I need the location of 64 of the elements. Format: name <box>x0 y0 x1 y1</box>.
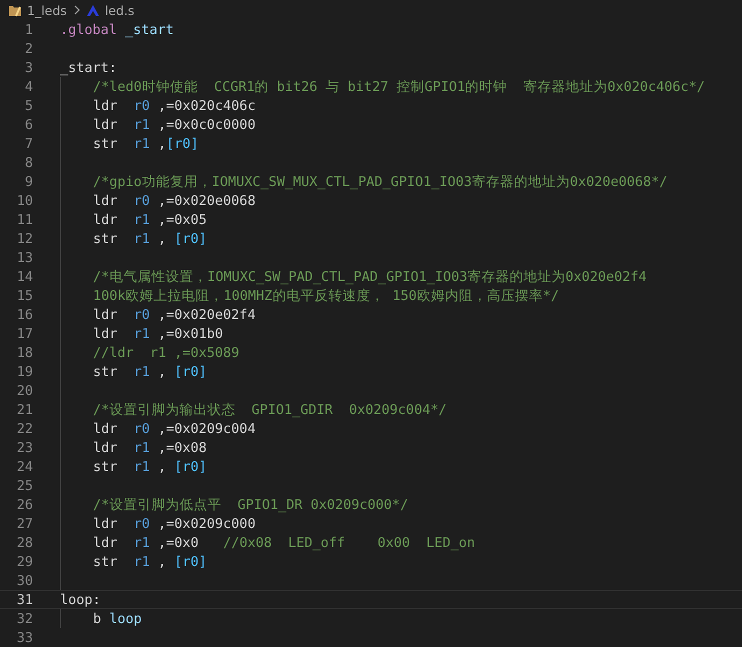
line-number: 27 <box>16 516 33 532</box>
line-number: 5 <box>24 98 33 114</box>
code-line: /*设置引脚为低点平 GPIO1_DR 0x0209c000*/ <box>93 496 408 514</box>
code-line: /*gpio功能复用，IOMUXC_SW_MUX_CTL_PAD_GPIO1_IO03寄存器的地址为0x020e0068*/ <box>93 172 668 190</box>
code-line: /*设置引脚为输出状态 GPIO1_GDIR 0x0209c004*/ <box>93 400 447 418</box>
line-number: 19 <box>16 364 33 380</box>
line-number: 18 <box>16 344 33 360</box>
code-line: ldr r0 ,=0x0209c004 <box>93 420 256 436</box>
breadcrumb-item[interactable]: led.s <box>104 2 134 18</box>
code-line: _start: <box>60 60 117 76</box>
folder-icon <box>8 4 22 16</box>
line-number: 13 <box>16 250 33 266</box>
code-line: ldr r0 ,=0x0209c000 <box>93 516 256 532</box>
line-number: 10 <box>16 192 33 208</box>
code-line: //ldr r1 ,=0x5089 <box>93 344 240 360</box>
code-line: str r1 ,[r0] <box>93 136 199 152</box>
line-number: 1 <box>24 22 33 38</box>
code-line: ldr r0 ,=0x020e02f4 <box>93 306 256 322</box>
line-number: 15 <box>16 288 33 304</box>
code-line: str r1 , [r0] <box>93 230 207 246</box>
line-number: 16 <box>16 306 33 322</box>
line-number: 9 <box>24 174 33 190</box>
line-number: 17 <box>16 326 33 342</box>
code-line: str r1 , [r0] <box>93 554 207 570</box>
line-number: 30 <box>16 572 33 588</box>
line-number: 20 <box>16 382 33 398</box>
file-type-icon <box>86 4 100 16</box>
line-number: 2 <box>24 40 33 56</box>
code-line: str r1 , [r0] <box>93 364 207 380</box>
line-number: 7 <box>24 136 33 152</box>
code-line: ldr r0 ,=0x020e0068 <box>93 192 256 208</box>
code-line: /*电气属性设置，IOMUXC_SW_PAD_CTL_PAD_GPIO1_IO03寄存器的地址为0x020e02f4 <box>93 268 647 286</box>
code-line: ldr r1 ,=0x05 <box>93 212 207 228</box>
line-number: 6 <box>24 116 33 132</box>
code-line: str r1 , [r0] <box>93 458 207 474</box>
line-number: 31 <box>16 592 33 608</box>
line-number: 12 <box>16 230 33 246</box>
breadcrumb-item[interactable]: 1_leds <box>27 2 67 18</box>
line-number: 25 <box>16 478 33 494</box>
line-number: 22 <box>16 420 33 436</box>
code-line: loop: <box>60 592 101 608</box>
line-number: 32 <box>16 610 33 626</box>
line-number: 4 <box>24 78 33 94</box>
code-line: 100k欧姆上拉电阻，100MHZ的电平反转速度， 150欧姆内阻，高压摆率*/ <box>93 286 560 304</box>
code-line: ldr r1 ,=0x0c0c0000 <box>93 116 256 132</box>
line-number: 28 <box>16 534 33 550</box>
line-number: 29 <box>16 554 33 570</box>
code-line: ldr r1 ,=0x01b0 <box>93 326 224 342</box>
line-number: 8 <box>24 154 33 170</box>
line-number: 3 <box>24 60 33 76</box>
chevron-icon <box>74 5 81 15</box>
line-number: 14 <box>16 268 33 284</box>
line-number: 24 <box>16 458 33 474</box>
line-number: 23 <box>16 440 33 456</box>
line-number: 11 <box>16 212 33 228</box>
code-line: /*led0时钟使能 CCGR1的 bit26 与 bit27 控制GPIO1的时钟 寄存器地址为0x020c406c*/ <box>93 78 705 96</box>
code-line: ldr r1 ,=0x0 //0x08 LED_off 0x00 LED_on <box>93 534 476 550</box>
code-line: ldr r1 ,=0x08 <box>93 440 207 456</box>
line-number: 21 <box>16 402 33 418</box>
code-line: .global _start <box>60 22 174 38</box>
line-number: 26 <box>16 496 33 512</box>
code-line: b loop <box>93 610 142 626</box>
code-line: ldr r0 ,=0x020c406c <box>93 98 256 114</box>
line-number: 33 <box>16 630 33 646</box>
